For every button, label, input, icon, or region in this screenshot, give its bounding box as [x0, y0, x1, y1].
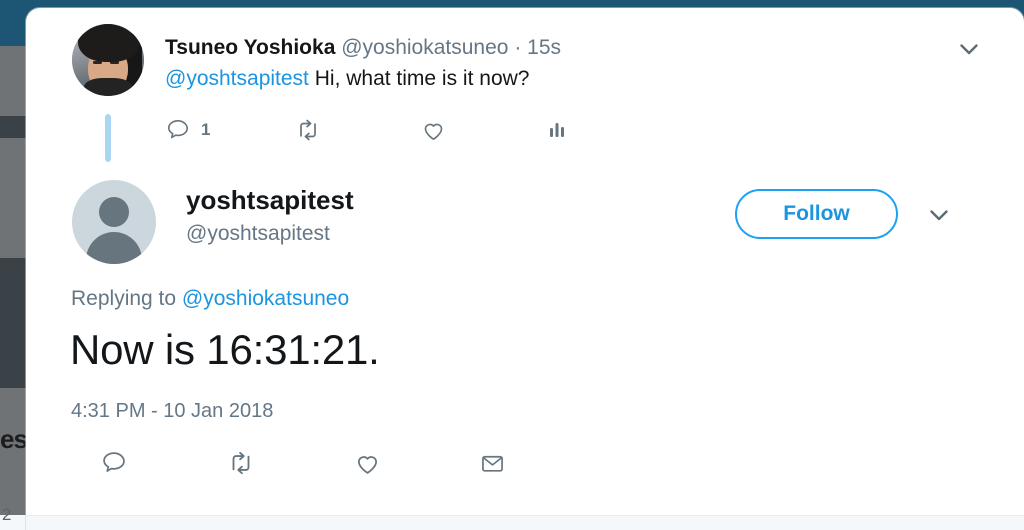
reply-icon: [167, 119, 189, 139]
tweet-detail-card: Tsuneo Yoshioka @yoshiokatsuneo · 15s @y…: [26, 8, 1024, 530]
replying-to-mention-link[interactable]: @yoshiokatsuneo: [182, 287, 349, 310]
main-tweet-handle[interactable]: @yoshtsapitest: [186, 220, 330, 248]
parent-like-button[interactable]: [420, 113, 457, 147]
analytics-bars-icon: [550, 123, 564, 137]
background-page-number: 2: [2, 505, 12, 524]
parent-tweet-text: Hi, what time is it now?: [314, 67, 530, 90]
parent-tweet-display-name[interactable]: Tsuneo Yoshioka: [165, 36, 335, 59]
parent-tweet-separator: ·: [514, 36, 522, 59]
main-reply-button[interactable]: [94, 443, 134, 483]
parent-tweet-action-bar: 1: [165, 113, 635, 153]
main-tweet-timestamp[interactable]: 4:31 PM - 10 Jan 2018: [71, 398, 273, 424]
parent-tweet[interactable]: Tsuneo Yoshioka @yoshiokatsuneo · 15s @y…: [26, 8, 1024, 168]
parent-analytics-button[interactable]: [545, 113, 579, 147]
heart-icon: [424, 123, 443, 141]
parent-tweet-avatar[interactable]: [72, 24, 144, 96]
parent-reply-button[interactable]: 1: [165, 113, 210, 147]
page-root: es 2 Tsuneo Yoshioka @yoshiokatsuneo · 1…: [0, 0, 1024, 530]
parent-tweet-body: @yoshtsapitest Hi, what time is it now?: [165, 64, 529, 94]
parent-tweet-more-chevron-down-icon[interactable]: [956, 36, 982, 62]
main-tweet-action-bar: [26, 443, 626, 487]
replying-to-label: Replying to: [71, 287, 177, 310]
parent-tweet-mention-link[interactable]: @yoshtsapitest: [165, 67, 309, 90]
parent-tweet-handle[interactable]: @yoshiokatsuneo: [341, 36, 508, 59]
main-retweet-button[interactable]: [221, 443, 261, 483]
retweet-icon: [232, 451, 250, 475]
parent-tweet-timestamp[interactable]: 15s: [527, 36, 561, 59]
replying-to-line: Replying to @yoshiokatsuneo: [71, 285, 349, 313]
retweet-icon: [300, 119, 316, 141]
main-tweet-display-name[interactable]: yoshtsapitest: [186, 184, 354, 216]
main-tweet-avatar[interactable]: [72, 180, 156, 264]
follow-button[interactable]: Follow: [735, 189, 898, 239]
thread-connector-line: [105, 114, 111, 162]
parent-reply-count: 1: [201, 120, 211, 139]
envelope-icon: [481, 455, 503, 472]
parent-retweet-button[interactable]: [294, 113, 332, 147]
main-tweet-text: Now is 16:31:21.: [70, 326, 380, 373]
main-like-button[interactable]: [347, 443, 387, 483]
heart-icon: [357, 456, 377, 474]
main-tweet-more-chevron-down-icon[interactable]: [926, 202, 952, 228]
card-bottom-fill: [26, 516, 1024, 530]
parent-tweet-header: Tsuneo Yoshioka @yoshiokatsuneo · 15s: [165, 34, 561, 62]
main-direct-message-button[interactable]: [472, 443, 512, 483]
reply-icon: [103, 452, 125, 472]
